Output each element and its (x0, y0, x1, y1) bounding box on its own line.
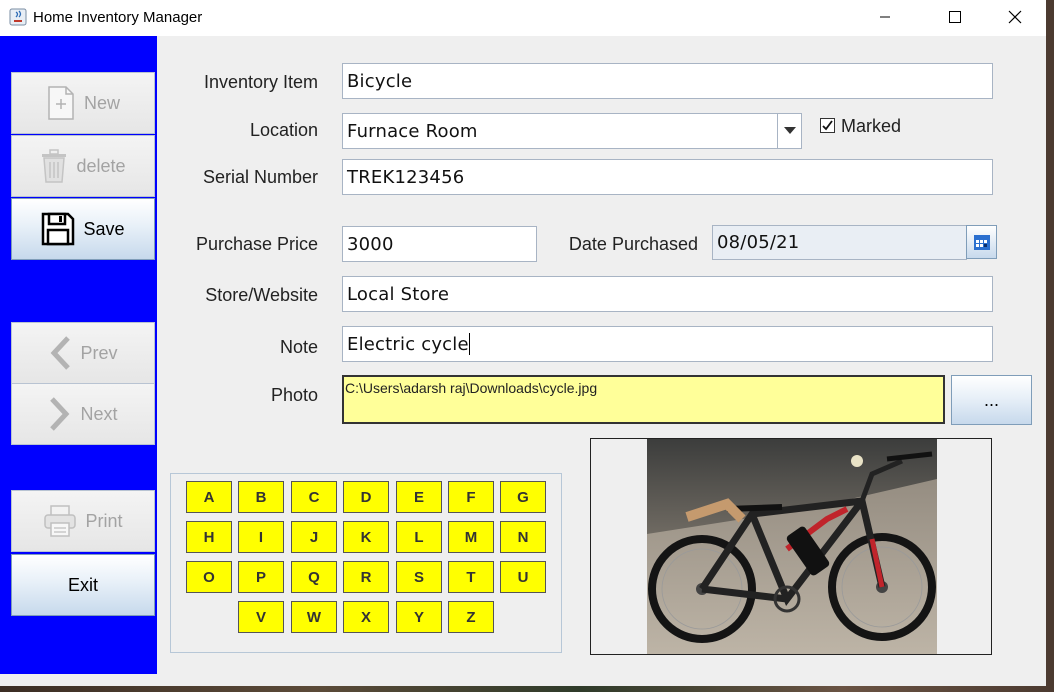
java-app-icon (9, 8, 27, 26)
key-h[interactable]: H (186, 521, 232, 553)
location-label: Location (249, 120, 318, 140)
key-n[interactable]: N (500, 521, 546, 553)
maximize-button[interactable] (932, 0, 978, 34)
key-d[interactable]: D (343, 481, 389, 513)
text-caret (468, 333, 470, 355)
inventory-item-input[interactable]: Bicycle (342, 63, 993, 99)
location-combobox[interactable]: Furnace Room (342, 113, 778, 149)
marked-checkbox[interactable] (820, 118, 835, 133)
main-panel: New delete Save Prev Next Print Exit Inv… (0, 36, 1046, 686)
location-dropdown-button[interactable] (777, 113, 802, 149)
save-button-label: Save (83, 218, 125, 239)
checkmark-icon (822, 120, 833, 131)
maximize-icon (949, 11, 961, 23)
close-icon (1008, 10, 1022, 24)
browse-photo-button[interactable]: ... (951, 375, 1032, 425)
minimize-button[interactable] (862, 0, 908, 34)
store-website-input[interactable]: Local Store (342, 276, 993, 312)
app-window: Home Inventory Manager New delete Save P… (0, 0, 1046, 686)
key-l[interactable]: L (396, 521, 442, 553)
photo-label: Photo (270, 385, 318, 405)
bicycle-image (647, 439, 937, 654)
date-purchased-input[interactable]: 08/05/21 (712, 225, 967, 260)
floppy-disk-icon (42, 212, 75, 246)
purchase-price-label: Purchase Price (195, 234, 318, 254)
key-v[interactable]: V (238, 601, 284, 633)
chevron-down-icon (783, 127, 796, 134)
chevron-right-icon (50, 397, 70, 431)
key-b[interactable]: B (238, 481, 284, 513)
key-s[interactable]: S (396, 561, 442, 593)
letter-search-panel: A B C D E F G H I J K L M N O P Q R S T … (170, 473, 562, 653)
key-a[interactable]: A (186, 481, 232, 513)
key-p[interactable]: P (238, 561, 284, 593)
print-button-label: Print (85, 510, 123, 531)
key-t[interactable]: T (448, 561, 494, 593)
close-button[interactable] (992, 0, 1038, 34)
key-x[interactable]: X (343, 601, 389, 633)
key-z[interactable]: Z (448, 601, 494, 633)
store-website-label: Store/Website (205, 285, 318, 305)
exit-button-label: Exit (67, 574, 98, 595)
note-text: Electric cycle (347, 333, 469, 355)
next-button[interactable]: Next (11, 383, 155, 445)
key-k[interactable]: K (343, 521, 389, 553)
key-f[interactable]: F (448, 481, 494, 513)
serial-number-label: Serial Number (202, 167, 318, 187)
new-button[interactable]: New (11, 72, 155, 134)
save-button[interactable]: Save (11, 198, 155, 260)
key-q[interactable]: Q (291, 561, 337, 593)
print-button[interactable]: Print (11, 490, 155, 552)
trash-icon (42, 149, 67, 183)
toolbar-sidebar: New delete Save Prev Next Print Exit (0, 36, 157, 674)
window-title: Home Inventory Manager (33, 9, 203, 26)
photo-panel (590, 438, 992, 655)
photo-path-field: C:\Users\adarsh raj\Downloads\cycle.jpg (342, 375, 945, 424)
prev-button[interactable]: Prev (11, 322, 155, 384)
key-y[interactable]: Y (396, 601, 442, 633)
key-u[interactable]: U (500, 561, 546, 593)
calendar-icon (973, 235, 990, 250)
key-r[interactable]: R (343, 561, 389, 593)
marked-label: Marked (841, 116, 902, 136)
key-e[interactable]: E (396, 481, 442, 513)
delete-button-label: delete (76, 155, 126, 176)
chevron-left-icon (51, 336, 71, 370)
key-m[interactable]: M (448, 521, 494, 553)
new-button-label: New (83, 92, 120, 113)
key-i[interactable]: I (238, 521, 284, 553)
serial-number-input[interactable]: TREK123456 (342, 159, 993, 195)
inventory-item-label: Inventory Item (203, 72, 318, 92)
note-label: Note (279, 337, 318, 357)
key-w[interactable]: W (291, 601, 337, 633)
key-c[interactable]: C (291, 481, 337, 513)
minimize-icon (880, 16, 890, 18)
date-purchased-label: Date Purchased (568, 234, 698, 254)
title-bar: Home Inventory Manager (0, 0, 1046, 36)
date-picker-button[interactable] (966, 225, 997, 259)
key-g[interactable]: G (500, 481, 546, 513)
note-input[interactable]: Electric cycle (342, 326, 993, 362)
purchase-price-input[interactable]: 3000 (342, 226, 537, 262)
delete-button[interactable]: delete (11, 135, 155, 197)
item-photo (647, 439, 937, 654)
prev-button-label: Prev (80, 342, 118, 363)
new-file-icon (48, 86, 74, 120)
key-o[interactable]: O (186, 561, 232, 593)
printer-icon (44, 505, 77, 537)
exit-button[interactable]: Exit (11, 554, 155, 616)
next-button-label: Next (80, 403, 118, 424)
key-j[interactable]: J (291, 521, 337, 553)
